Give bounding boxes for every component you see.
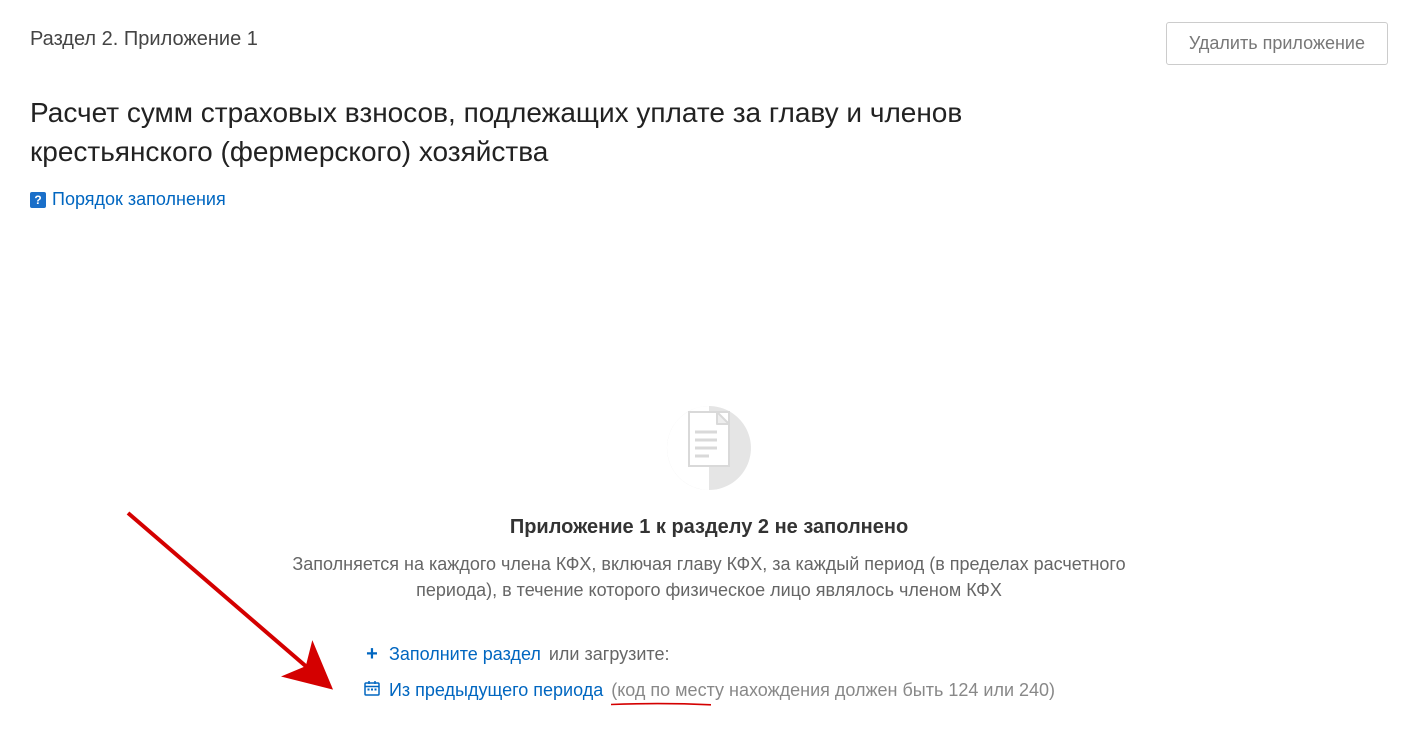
empty-document-icon xyxy=(659,398,759,498)
page-title: Расчет сумм страховых взносов, подлежащи… xyxy=(30,93,1080,171)
calendar-icon xyxy=(363,680,381,701)
help-icon: ? xyxy=(30,192,46,208)
empty-state-description: Заполняется на каждого члена КФХ, включа… xyxy=(289,551,1129,603)
section-label: Раздел 2. Приложение 1 xyxy=(30,28,258,51)
empty-state-title: Приложение 1 к разделу 2 не заполнено xyxy=(0,516,1418,539)
delete-appendix-button[interactable]: Удалить приложение xyxy=(1166,22,1388,65)
prev-period-row: Из предыдущего периода (код по месту нах… xyxy=(363,680,1055,701)
help-link-label: Порядок заполнения xyxy=(52,189,226,210)
plus-icon: + xyxy=(363,643,381,666)
prev-period-link[interactable]: Из предыдущего периода xyxy=(389,680,603,701)
fill-section-link[interactable]: Заполните раздел xyxy=(389,644,541,665)
help-link[interactable]: ? Порядок заполнения xyxy=(30,189,226,210)
fill-section-row: + Заполните раздел или загрузите: xyxy=(363,643,1055,666)
fill-section-suffix: или загрузите: xyxy=(549,644,670,665)
prev-period-note: (код по месту нахождения должен быть 124… xyxy=(611,680,1055,701)
annotation-underline xyxy=(611,702,711,707)
